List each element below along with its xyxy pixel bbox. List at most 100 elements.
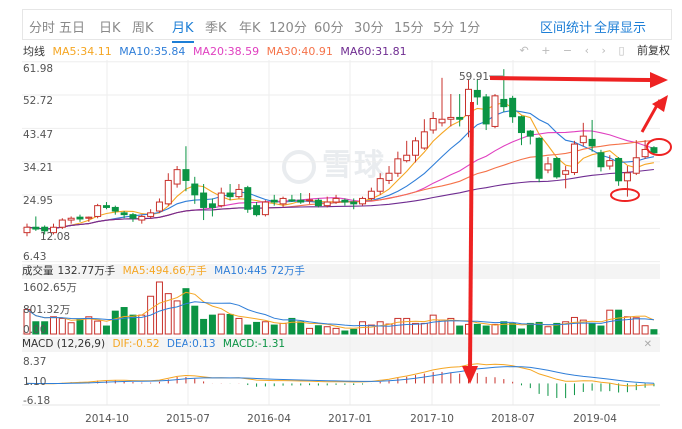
candle-up: [58, 219, 66, 228]
kline-chart[interactable]: 61.98 52.72 43.47 34.21 24.95 6.43 12.08…: [0, 0, 682, 429]
candle: [509, 95, 517, 123]
ma60-line: [26, 168, 654, 230]
candle: [526, 130, 534, 145]
volume-bar: [208, 314, 216, 335]
volume-bar: [403, 317, 411, 335]
candle-down: [102, 205, 110, 208]
candle-up: [332, 197, 340, 203]
volume-bar: [473, 323, 481, 335]
volume-bar: [341, 330, 349, 335]
candle: [447, 94, 455, 127]
x-label: 2019-04: [573, 413, 617, 425]
candle-up: [385, 172, 393, 181]
volume-y-label: 1602.65万: [23, 282, 77, 294]
volume-bar: [200, 318, 208, 335]
volume-bar: [323, 326, 331, 335]
candle: [438, 77, 446, 127]
candle-up: [173, 169, 181, 185]
volume-y-label: 801.32万: [23, 304, 70, 316]
volume-bar: [94, 320, 102, 335]
volume-bar: [500, 321, 508, 335]
candle-up: [138, 215, 146, 221]
candle-up: [367, 190, 375, 199]
candle: [94, 203, 102, 219]
macd-y-label: 1.10: [23, 376, 46, 388]
candle: [208, 198, 216, 217]
volume-bar: [226, 313, 234, 335]
candle: [517, 115, 525, 146]
candle: [359, 196, 367, 206]
candle: [147, 209, 155, 219]
macd-y-label: -6.18: [23, 395, 50, 407]
candle: [491, 94, 499, 129]
candle-down: [473, 89, 481, 98]
volume-bar: [350, 328, 358, 335]
candle: [217, 187, 225, 208]
candle: [544, 157, 552, 174]
candle: [570, 140, 578, 176]
volume-bar: [632, 317, 640, 335]
candle: [623, 166, 631, 197]
volume-bar: [67, 322, 75, 335]
candle: [76, 214, 84, 222]
volume-bar: [376, 321, 384, 335]
candle: [597, 149, 605, 172]
candle-down: [288, 199, 296, 202]
volume-bar: [217, 313, 225, 335]
volume-bar: [182, 288, 190, 335]
candle: [67, 216, 75, 224]
volume-y-label: 0.00: [23, 324, 46, 336]
candle-down: [650, 147, 658, 154]
candle: [58, 218, 66, 230]
candle: [200, 184, 208, 221]
high-price-label: 59.91: [459, 71, 489, 83]
candle-up: [429, 118, 437, 131]
candle: [535, 137, 543, 183]
volume-bar: [650, 329, 658, 335]
volume-bar: [544, 326, 552, 335]
volume-bar: [120, 307, 128, 335]
candle: [155, 198, 163, 213]
volume-bar: [491, 323, 499, 335]
x-label: 2015-07: [166, 413, 210, 425]
candle: [562, 166, 570, 189]
volume-bar: [235, 317, 243, 335]
volume-bar: [49, 316, 57, 335]
candle: [403, 140, 411, 163]
candle-down: [297, 199, 305, 203]
candle-down: [500, 98, 508, 108]
candle-up: [147, 212, 155, 217]
candle: [314, 198, 322, 208]
volume-bar: [438, 319, 446, 335]
candle-up: [164, 179, 172, 205]
candle: [279, 196, 287, 208]
volume-bar: [570, 316, 578, 335]
candle-down: [482, 96, 490, 125]
candle-up: [606, 160, 614, 167]
volume-bar: [270, 324, 278, 335]
candle-down: [588, 138, 596, 147]
candle-up: [632, 157, 640, 174]
volume-bar: [58, 317, 66, 335]
volume-bar: [615, 309, 623, 335]
y-label: 6.43: [23, 251, 46, 263]
volume-bar: [597, 325, 605, 335]
candle: [632, 140, 640, 176]
y-label: 24.95: [23, 195, 53, 207]
volume-bar: [641, 325, 649, 335]
candle-down: [270, 199, 278, 203]
candle-up: [579, 135, 587, 144]
volume-bar: [420, 322, 428, 335]
candle-down: [456, 116, 464, 120]
candle-up: [491, 95, 499, 127]
candle: [164, 173, 172, 206]
volume-bar: [138, 314, 146, 335]
candle-up: [155, 201, 163, 212]
macd-series: [26, 363, 655, 399]
volume-bar: [482, 325, 490, 335]
volume-bar: [412, 322, 420, 335]
volume-bar: [155, 281, 163, 335]
candle-down: [32, 226, 40, 230]
candle-down: [597, 152, 605, 168]
volume-bar: [288, 317, 296, 335]
